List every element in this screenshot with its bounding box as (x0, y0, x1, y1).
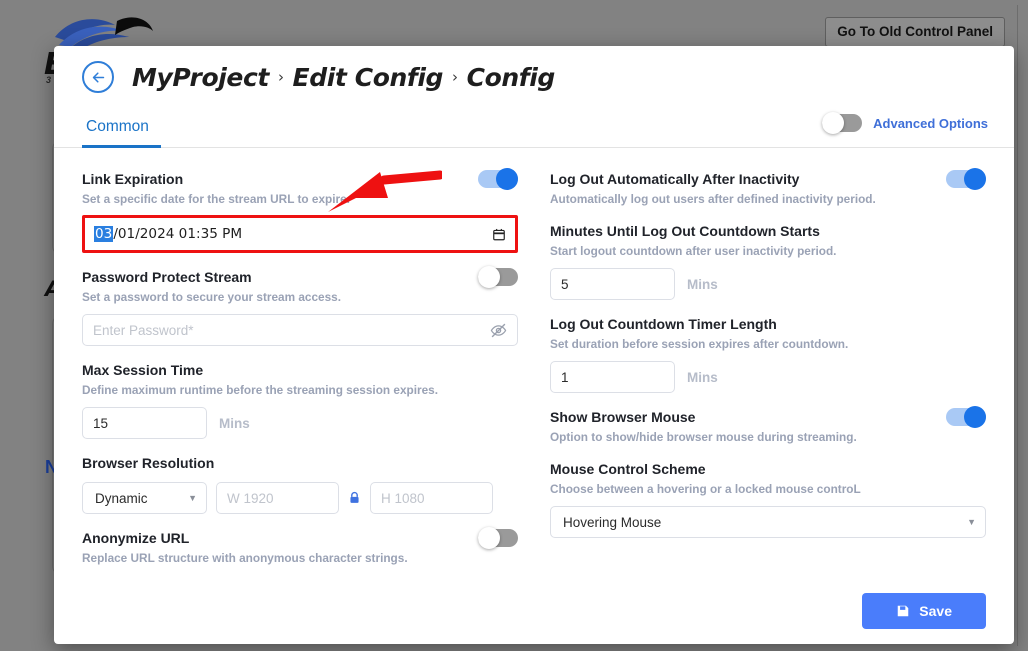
eye-off-icon[interactable] (490, 322, 507, 339)
date-month-segment[interactable]: 03 (94, 226, 113, 242)
right-column: Log Out Automatically After Inactivity A… (550, 170, 986, 581)
browser-resolution-title: Browser Resolution (82, 454, 518, 473)
password-protect-desc: Set a password to secure your stream acc… (82, 289, 341, 305)
anonymize-url-desc: Replace URL structure with anonymous cha… (82, 550, 408, 566)
save-floppy-icon (896, 604, 910, 618)
password-protect-title: Password Protect Stream (82, 268, 341, 287)
anonymize-url-title: Anonymize URL (82, 529, 408, 548)
field-link-expiration: Link Expiration Set a specific date for … (82, 170, 518, 253)
toggle-knob (964, 406, 986, 428)
max-session-time-desc: Define maximum runtime before the stream… (82, 382, 518, 398)
mouse-control-scheme-value: Hovering Mouse (563, 515, 661, 530)
modal-body: Link Expiration Set a specific date for … (54, 148, 1014, 581)
breadcrumb-section[interactable]: Edit Config (293, 63, 443, 92)
browser-resolution-mode-value: Dynamic (95, 491, 148, 506)
logout-countdown-length-desc: Set duration before session expires afte… (550, 336, 986, 352)
breadcrumb-separator-2: › (452, 68, 458, 86)
go-to-old-control-panel-button[interactable]: Go To Old Control Panel (825, 17, 1005, 47)
field-logout-countdown-length: Log Out Countdown Timer Length Set durat… (550, 315, 986, 393)
mouse-control-scheme-title: Mouse Control Scheme (550, 460, 986, 479)
password-input[interactable]: Enter Password* (82, 314, 518, 346)
browser-height-input[interactable]: H 1080 (370, 482, 493, 514)
date-rest: /01/2024 01:35 PM (113, 226, 242, 242)
logout-countdown-length-value: 1 (561, 370, 569, 385)
minutes-until-logout-unit: Mins (687, 277, 718, 292)
minutes-until-logout-title: Minutes Until Log Out Countdown Starts (550, 222, 986, 241)
link-expiration-title: Link Expiration (82, 170, 350, 189)
field-anonymize-url: Anonymize URL Replace URL structure with… (82, 529, 518, 566)
show-browser-mouse-title: Show Browser Mouse (550, 408, 857, 427)
field-browser-resolution: Browser Resolution Dynamic ▼ W 1920 (82, 454, 518, 514)
advanced-options-toggle[interactable] (822, 114, 862, 132)
config-modal: MyProject › Edit Config › Config Common … (54, 46, 1014, 644)
logout-countdown-length-input[interactable]: 1 (550, 361, 675, 393)
link-expiration-desc: Set a specific date for the stream URL t… (82, 191, 350, 207)
mouse-control-scheme-desc: Choose between a hovering or a locked mo… (550, 481, 986, 497)
link-expiration-date-input[interactable]: 03/01/2024 01:35 PM (86, 219, 514, 249)
breadcrumb-project[interactable]: MyProject (132, 63, 269, 92)
log-out-automatically-desc: Automatically log out users after define… (550, 191, 876, 207)
save-button-label: Save (919, 603, 952, 619)
modal-header: MyProject › Edit Config › Config (54, 46, 1014, 108)
arrow-left-icon (90, 69, 107, 86)
browser-width-input[interactable]: W 1920 (216, 482, 339, 514)
breadcrumb: MyProject › Edit Config › Config (132, 63, 555, 92)
field-mouse-control-scheme: Mouse Control Scheme Choose between a ho… (550, 460, 986, 538)
chevron-down-icon: ▼ (967, 517, 976, 527)
calendar-icon[interactable] (492, 227, 506, 242)
max-session-time-title: Max Session Time (82, 361, 518, 380)
date-value: 03/01/2024 01:35 PM (94, 226, 242, 242)
logout-countdown-length-title: Log Out Countdown Timer Length (550, 315, 986, 334)
field-minutes-until-logout: Minutes Until Log Out Countdown Starts S… (550, 222, 986, 300)
toggle-knob (478, 266, 500, 288)
browser-resolution-mode-select[interactable]: Dynamic ▼ (82, 482, 207, 514)
left-column: Link Expiration Set a specific date for … (82, 170, 518, 581)
max-session-time-input[interactable]: 15 (82, 407, 207, 439)
back-button[interactable] (82, 61, 114, 93)
advanced-options-control: Advanced Options (822, 114, 988, 132)
toggle-knob (964, 168, 986, 190)
field-max-session-time: Max Session Time Define maximum runtime … (82, 361, 518, 439)
minutes-until-logout-desc: Start logout countdown after user inacti… (550, 243, 986, 259)
link-expiration-highlight-box: 03/01/2024 01:35 PM (82, 215, 518, 253)
field-password-protect: Password Protect Stream Set a password t… (82, 268, 518, 346)
browser-width-placeholder: W 1920 (227, 491, 274, 506)
toggle-knob (478, 527, 500, 549)
max-session-time-value: 15 (93, 416, 108, 431)
minutes-until-logout-input[interactable]: 5 (550, 268, 675, 300)
lock-icon[interactable] (348, 490, 361, 506)
password-protect-toggle[interactable] (478, 268, 518, 286)
log-out-automatically-toggle[interactable] (946, 170, 986, 188)
breadcrumb-separator-1: › (278, 68, 284, 86)
link-expiration-toggle[interactable] (478, 170, 518, 188)
field-log-out-automatically: Log Out Automatically After Inactivity A… (550, 170, 986, 207)
log-out-automatically-title: Log Out Automatically After Inactivity (550, 170, 876, 189)
logout-countdown-length-unit: Mins (687, 370, 718, 385)
mouse-control-scheme-select[interactable]: Hovering Mouse ▼ (550, 506, 986, 538)
save-button[interactable]: Save (862, 593, 986, 629)
toggle-knob (496, 168, 518, 190)
toggle-knob (822, 112, 844, 134)
password-placeholder: Enter Password* (93, 323, 194, 338)
anonymize-url-toggle[interactable] (478, 529, 518, 547)
advanced-options-label: Advanced Options (873, 116, 988, 131)
chevron-down-icon: ▼ (188, 493, 197, 503)
breadcrumb-page: Config (467, 63, 555, 92)
minutes-until-logout-value: 5 (561, 277, 569, 292)
show-browser-mouse-toggle[interactable] (946, 408, 986, 426)
show-browser-mouse-desc: Option to show/hide browser mouse during… (550, 429, 857, 445)
tab-bar: Common Advanced Options (54, 108, 1014, 148)
modal-footer: Save (54, 581, 1014, 644)
tab-common[interactable]: Common (82, 118, 161, 148)
max-session-time-unit: Mins (219, 416, 250, 431)
field-show-browser-mouse: Show Browser Mouse Option to show/hide b… (550, 408, 986, 445)
browser-height-placeholder: H 1080 (381, 491, 425, 506)
